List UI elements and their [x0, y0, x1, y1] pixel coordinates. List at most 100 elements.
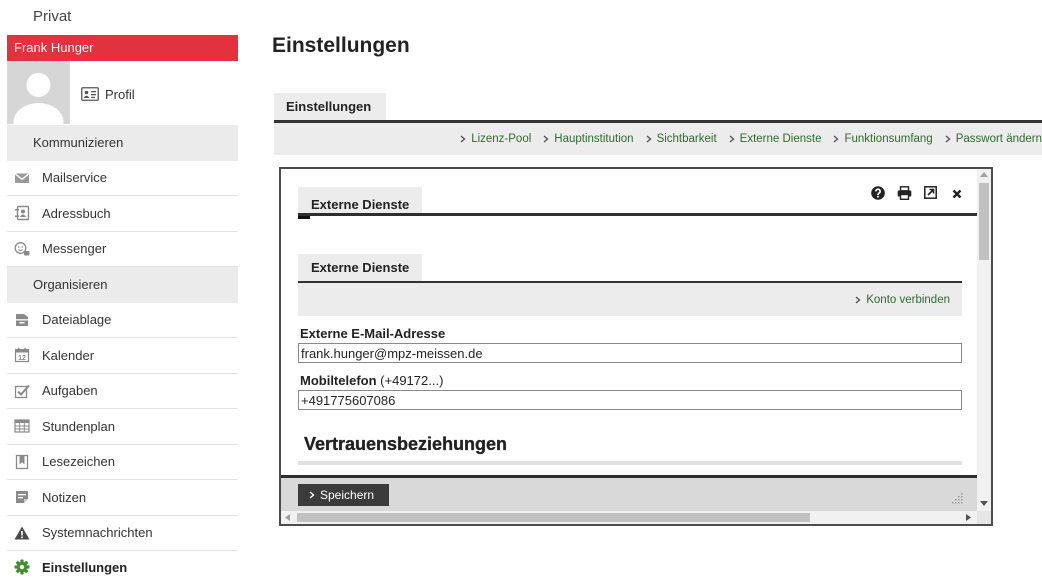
sidebar-item-notizen[interactable]: Notizen	[7, 480, 238, 516]
bookmark-icon	[13, 454, 31, 470]
avatar[interactable]	[7, 61, 70, 124]
sidebar-item-mailservice[interactable]: Mailservice	[7, 161, 238, 196]
horizontal-scroll-thumb[interactable]	[297, 513, 810, 522]
mobile-label-text: Mobiltelefon	[300, 373, 377, 388]
note-icon	[13, 489, 31, 505]
chevron-right-icon	[309, 491, 315, 499]
sidebar-item-aufgaben[interactable]: Aufgaben	[7, 374, 238, 409]
horizontal-scrollbar[interactable]	[281, 511, 977, 524]
chevron-right-icon	[855, 295, 861, 304]
profile-card-icon	[81, 87, 99, 101]
profile-link[interactable]: Profil	[81, 84, 135, 104]
sidebar-item-label: Adressbuch	[42, 205, 111, 221]
dialog-content: Externe Dienste Externe Dienste Konto ve…	[281, 169, 977, 475]
calendar-icon: 12	[13, 347, 31, 363]
subnav-link-passwort-aendern[interactable]: Passwort ändern	[945, 133, 1042, 145]
external-email-field[interactable]	[298, 343, 962, 363]
dialog-tab-divider	[298, 213, 977, 216]
subnav-link-label: Lizenz-Pool	[471, 133, 532, 145]
sidebar-item-lesezeichen[interactable]: Lesezeichen	[7, 445, 238, 480]
avatar-silhouette-icon	[13, 73, 64, 124]
user-name-bar[interactable]: Frank Hunger	[7, 35, 238, 61]
mobile-label: Mobiltelefon (+49172...)	[300, 373, 443, 388]
dialog-tab-externe-dienste[interactable]: Externe Dienste	[298, 187, 422, 213]
subnav-link-label: Hauptinstitution	[554, 133, 634, 145]
scroll-down-icon[interactable]	[980, 501, 988, 506]
task-checkbox-icon	[13, 383, 31, 399]
scroll-right-icon[interactable]	[966, 514, 971, 521]
chevron-right-icon	[543, 135, 549, 143]
mobile-label-hint: (+49172...)	[380, 373, 444, 388]
sidebar-item-label: Notizen	[42, 489, 87, 505]
warning-icon	[13, 525, 31, 541]
sidebar-item-label: Lesezeichen	[42, 454, 115, 470]
chevron-right-icon	[460, 135, 466, 143]
mobile-phone-field[interactable]	[298, 390, 962, 410]
address-book-icon	[13, 205, 31, 221]
subnav-link-sichtbarkeit[interactable]: Sichtbarkeit	[646, 133, 717, 145]
group-title-organisieren: Organisieren	[7, 267, 238, 303]
profile-label: Profil	[105, 86, 135, 102]
resize-grip-icon[interactable]	[950, 491, 964, 505]
trust-relations-heading: Vertrauensbeziehungen	[304, 434, 508, 454]
sidebar-item-systemnachrichten[interactable]: Systemnachrichten	[7, 516, 238, 551]
sidebar-item-label: Aufgaben	[42, 383, 98, 399]
envelope-icon	[13, 170, 31, 186]
scroll-up-icon[interactable]	[980, 172, 988, 177]
settings-subnav: Lizenz-Pool Hauptinstitution Sichtbarkei…	[274, 123, 1042, 155]
help-icon[interactable]	[871, 186, 885, 200]
timetable-icon	[13, 418, 31, 434]
vertical-scroll-thumb[interactable]	[979, 183, 989, 260]
vertical-scrollbar[interactable]	[977, 169, 991, 511]
section-action-bar: Konto verbinden	[298, 283, 962, 316]
tab-einstellungen[interactable]: Einstellungen	[274, 93, 386, 120]
chevron-right-icon	[729, 135, 735, 143]
active-tab-marker	[298, 216, 310, 219]
sidebar-item-einstellungen[interactable]: Einstellungen	[7, 551, 238, 583]
scroll-left-icon[interactable]	[285, 514, 290, 521]
chevron-right-icon	[833, 135, 840, 143]
section-tab-externe-dienste[interactable]: Externe Dienste	[298, 254, 422, 281]
sidebar: Privat Frank Hunger Profil Kommunizieren	[0, 0, 238, 583]
area-title: Privat	[33, 8, 72, 25]
save-button[interactable]: Speichern	[298, 484, 389, 506]
sidebar-item-adressbuch[interactable]: Adressbuch	[7, 196, 238, 232]
sidebar-item-stundenplan[interactable]: Stundenplan	[7, 409, 238, 445]
email-label-text: Externe E-Mail-Adresse	[300, 326, 446, 341]
external-services-dialog: Externe Dienste Externe Dienste Konto ve…	[279, 167, 993, 526]
popout-icon[interactable]	[924, 186, 937, 199]
sidebar-item-label: Stundenplan	[42, 418, 116, 434]
scrollbar-corner	[977, 511, 991, 524]
chevron-right-icon	[945, 135, 951, 143]
subnav-link-funktionsumfang[interactable]: Funktionsumfang	[833, 133, 933, 145]
page-title: Einstellungen	[272, 34, 410, 57]
print-icon[interactable]	[897, 186, 912, 200]
subnav-link-label: Funktionsumfang	[844, 133, 933, 145]
sidebar-item-label: Systemnachrichten	[42, 525, 153, 541]
sidebar-item-label: Messenger	[42, 241, 107, 257]
sidebar-item-label: Kalender	[42, 347, 95, 363]
subnav-link-label: Passwort ändern	[955, 133, 1042, 145]
email-label: Externe E-Mail-Adresse	[300, 326, 445, 341]
connect-account-link[interactable]: Konto verbinden	[855, 294, 950, 306]
chevron-right-icon	[646, 135, 652, 143]
sidebar-item-dateiablage[interactable]: Dateiablage	[7, 303, 238, 338]
calendar-day-number: 12	[18, 355, 26, 362]
subnav-link-label: Externe Dienste	[739, 133, 822, 145]
sidebar-item-kalender[interactable]: 12 Kalender	[7, 338, 238, 374]
subnav-link-hauptinstitution[interactable]: Hauptinstitution	[543, 133, 634, 145]
gear-icon	[13, 559, 31, 575]
subnav-link-externe-dienste[interactable]: Externe Dienste	[729, 133, 822, 145]
sidebar-item-label: Einstellungen	[42, 559, 128, 575]
connect-account-label: Konto verbinden	[866, 293, 950, 306]
group-title-kommunizieren: Kommunizieren	[7, 125, 238, 161]
messenger-icon	[13, 241, 31, 257]
subnav-link-label: Sichtbarkeit	[656, 133, 717, 145]
sidebar-item-messenger[interactable]: Messenger	[7, 232, 238, 267]
subnav-link-lizenz-pool[interactable]: Lizenz-Pool	[460, 133, 531, 145]
trust-relations-divider	[298, 461, 962, 465]
save-button-label: Speichern	[320, 488, 375, 502]
close-icon[interactable]	[952, 189, 962, 199]
sidebar-item-label: Mailservice	[42, 170, 108, 186]
sidebar-item-label: Dateiablage	[42, 312, 112, 328]
